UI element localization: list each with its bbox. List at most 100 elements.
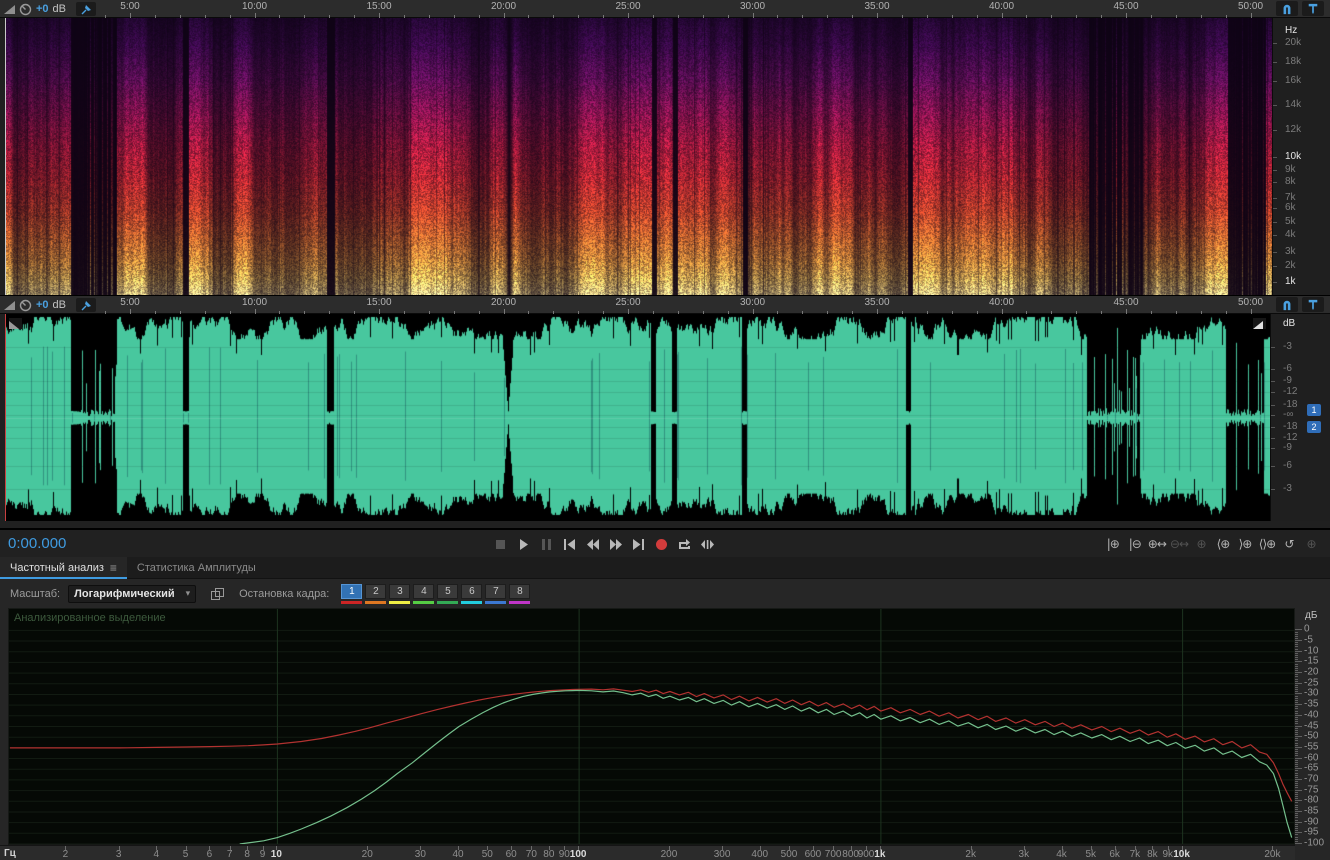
stop-button[interactable] xyxy=(492,536,508,552)
restore-default-zoom-button[interactable]: ↺ xyxy=(1280,535,1298,553)
zoom-selection-width-button[interactable]: ⟨⟩⊕ xyxy=(1258,535,1276,553)
playhead-time-display[interactable]: 0:00.000 xyxy=(8,530,66,558)
db-axis-tick xyxy=(1295,650,1302,652)
hold-color-swatch xyxy=(485,600,507,604)
db-axis-tick xyxy=(1295,772,1298,774)
snap-toggle-button[interactable] xyxy=(1276,1,1298,16)
hold-color-swatch xyxy=(437,600,459,604)
db-axis-tick xyxy=(1295,708,1298,710)
db-axis-tick xyxy=(1295,808,1298,810)
pin-playhead-button[interactable] xyxy=(76,298,96,312)
hold-button-6[interactable]: 6 xyxy=(461,583,483,604)
hold-button-8[interactable]: 8 xyxy=(509,583,531,604)
record-button[interactable] xyxy=(653,536,669,552)
channel-badge-2[interactable]: 2 xyxy=(1307,421,1321,433)
copy-panel-button[interactable] xyxy=(210,587,225,601)
hold-button-3[interactable]: 3 xyxy=(389,583,411,604)
transport-bar: 0:00.000 |⊕ |⊖ ⊕↔ ⊖↔ ⊕ ⟨⊕ ⟩⊕ ⟨⟩⊕ ↺ ⊕ xyxy=(0,529,1330,557)
fade-out-handle[interactable] xyxy=(1253,318,1266,329)
frequency-axis-label: 90 xyxy=(558,849,570,860)
scale-dropdown-value: Логарифмический xyxy=(74,587,175,600)
db-axis-tick xyxy=(1295,734,1298,736)
zoom-out-full-button[interactable]: ⊖↔ xyxy=(1170,535,1189,553)
waveform-canvas[interactable] xyxy=(5,314,1270,521)
gain-value[interactable]: +0 xyxy=(36,299,49,311)
zoom-in-button[interactable]: |⊕ xyxy=(1104,535,1122,553)
spectrogram-time-ruler[interactable]: 5:00 10:00 15:00 20:00 25:00 30:00 35:00 40:00 4… xyxy=(0,0,1270,18)
tab-amplitude-statistics[interactable]: Статистика Амплитуды xyxy=(127,557,266,579)
db-axis-label: -70 xyxy=(1304,773,1319,785)
frequency-axis-label: 6 xyxy=(206,849,213,860)
rewind-button[interactable] xyxy=(584,536,600,552)
ruler-label: 50:00 xyxy=(1237,1,1264,12)
frequency-axis-label: 4 xyxy=(153,849,160,860)
skip-to-end-button[interactable] xyxy=(630,536,646,552)
spectrogram-canvas[interactable] xyxy=(5,18,1272,295)
hold-button-1[interactable]: 1 xyxy=(341,583,363,604)
hold-label: Остановка кадра: xyxy=(239,587,330,600)
frequency-analysis-chart[interactable]: Анализированное выделение xyxy=(8,608,1295,845)
db-axis-tick xyxy=(1295,828,1298,830)
db-axis-tick xyxy=(1295,776,1298,778)
analysis-controls: Масштаб: Логарифмический ▾ Остановка кад… xyxy=(0,579,1330,608)
hold-color-swatch xyxy=(413,600,435,604)
fast-forward-button[interactable] xyxy=(607,536,623,552)
zoom-in-right-edge-button[interactable]: ⟩⊕ xyxy=(1236,535,1254,553)
db-axis-tick xyxy=(1295,832,1302,834)
amplitude-scale[interactable]: dB -3 -6 -9 -12 -18 -∞ -18 -12 -9 -6 -3 1 2 xyxy=(1270,314,1330,521)
frequency-axis-label: 80 xyxy=(543,849,555,860)
db-axis-tick xyxy=(1295,751,1298,753)
zoom-full-button[interactable]: ⊕ xyxy=(1302,535,1320,553)
pause-button[interactable] xyxy=(538,536,554,552)
db-axis-tick xyxy=(1295,729,1298,731)
hold-button-4[interactable]: 4 xyxy=(413,583,435,604)
db-axis-tick xyxy=(1295,678,1298,680)
frequency-scale[interactable]: Hz 20k 18k 16k 14k 12k 10k 9k 8k 7k 6k 5k 4k 3k 2k 1k xyxy=(1272,18,1330,295)
spectrogram-display[interactable] xyxy=(5,18,1272,295)
hold-button-5[interactable]: 5 xyxy=(437,583,459,604)
db-axis-label: -50 xyxy=(1304,730,1319,742)
waveform-time-ruler[interactable]: 5:00 10:00 15:00 20:00 25:00 30:00 35:00 40:00 4… xyxy=(0,296,1270,314)
db-axis-tick xyxy=(1295,663,1298,665)
play-button[interactable] xyxy=(515,536,531,552)
hold-button-2[interactable]: 2 xyxy=(365,583,387,604)
zoom-out-button[interactable]: |⊖ xyxy=(1126,535,1144,553)
fade-in-handle[interactable] xyxy=(9,318,22,329)
zoom-to-selection-button[interactable]: ⊕↔ xyxy=(1148,535,1167,553)
snap-toggle-button[interactable] xyxy=(1276,297,1298,312)
marker-button[interactable] xyxy=(1302,297,1324,312)
freq-scale-label: 10k xyxy=(1285,150,1302,162)
waveform-display[interactable] xyxy=(5,314,1270,521)
panel-menu-icon[interactable]: ≡ xyxy=(110,561,117,575)
scale-tick xyxy=(1271,347,1275,348)
scale-tick xyxy=(1271,405,1275,406)
frequency-axis-label: 20 xyxy=(361,849,373,860)
spectrogram-playhead[interactable] xyxy=(5,18,6,295)
level-ramp-icon[interactable] xyxy=(4,4,15,14)
db-axis-tick xyxy=(1295,840,1298,842)
level-ramp-icon[interactable] xyxy=(4,300,15,310)
db-scale-label: -18 xyxy=(1283,420,1298,432)
zoom-in-left-edge-button[interactable]: ⟨⊕ xyxy=(1214,535,1232,553)
channel-badge-1[interactable]: 1 xyxy=(1307,404,1321,416)
tab-frequency-analysis[interactable]: Частотный анализ ≡ xyxy=(0,557,127,579)
db-axis-tick xyxy=(1295,712,1298,714)
loop-playback-button[interactable] xyxy=(676,536,692,552)
marker-button[interactable] xyxy=(1302,1,1324,16)
scale-dropdown[interactable]: Логарифмический ▾ xyxy=(68,584,197,603)
hold-button-7[interactable]: 7 xyxy=(485,583,507,604)
skip-selection-button[interactable] xyxy=(699,536,715,552)
transport-buttons xyxy=(492,530,715,558)
gain-value[interactable]: +0 xyxy=(36,3,49,15)
db-axis-tick xyxy=(1295,693,1302,695)
gain-knob-icon[interactable] xyxy=(19,299,32,312)
fade-in-icon xyxy=(9,321,19,329)
frequency-axis-label: 2 xyxy=(62,849,69,860)
db-axis-tick xyxy=(1295,731,1298,733)
waveform-playhead[interactable] xyxy=(5,314,6,521)
pin-playhead-button[interactable] xyxy=(76,2,96,16)
reset-amplitude-zoom-button[interactable]: ⊕ xyxy=(1192,535,1210,553)
frequency-axis-label: 8k xyxy=(1147,849,1158,860)
skip-to-start-button[interactable] xyxy=(561,536,577,552)
gain-knob-icon[interactable] xyxy=(19,3,32,16)
